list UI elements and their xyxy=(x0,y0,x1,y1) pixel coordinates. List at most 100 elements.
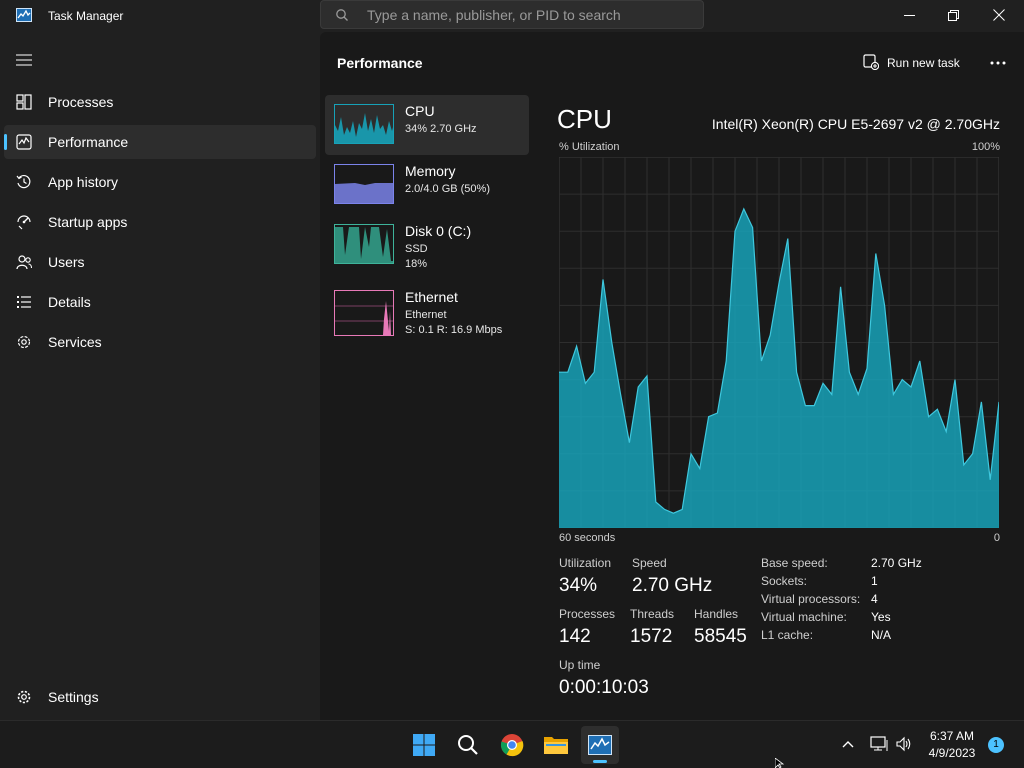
device-stat: SSD xyxy=(405,243,428,255)
cpu-model: Intel(R) Xeon(R) CPU E5-2697 v2 @ 2.70GH… xyxy=(711,116,1000,132)
hamburger-menu-button[interactable] xyxy=(10,46,38,74)
speed-value: 2.70 GHz xyxy=(632,575,713,596)
taskbar-search-button[interactable] xyxy=(449,726,487,764)
device-cpu[interactable]: CPU 34% 2.70 GHz xyxy=(325,95,529,155)
minimize-icon xyxy=(903,14,915,16)
minimize-button[interactable] xyxy=(886,0,932,30)
taskbar: 6:37 AM 4/9/2023 1 xyxy=(0,720,1024,768)
device-name: Memory xyxy=(405,163,456,179)
spec-value: 2.70 GHz xyxy=(871,556,922,570)
tray-overflow-button[interactable] xyxy=(837,733,859,755)
y-axis-max: 100% xyxy=(971,141,1000,153)
details-icon xyxy=(17,296,31,308)
file-explorer-icon xyxy=(544,737,568,754)
sidebar-item-label: Details xyxy=(48,294,91,310)
disk-thumbnail xyxy=(334,224,394,264)
clock-time[interactable]: 6:37 AM xyxy=(920,729,984,743)
volume-icon xyxy=(896,736,911,752)
memory-thumbnail xyxy=(334,164,394,204)
settings-label: Settings xyxy=(48,689,99,705)
device-name: CPU xyxy=(405,103,435,119)
sidebar-item-label: Users xyxy=(48,254,85,270)
performance-icon xyxy=(16,134,32,150)
speed-label: Speed xyxy=(632,556,667,570)
sidebar-item-label: Processes xyxy=(48,94,114,110)
users-icon xyxy=(16,255,32,270)
memory-mini-graph xyxy=(335,183,393,203)
sidebar-item-settings[interactable]: Settings xyxy=(4,680,316,714)
device-memory[interactable]: Memory 2.0/4.0 GB (50%) xyxy=(325,155,529,215)
maximize-button[interactable] xyxy=(930,0,976,30)
spec-value: 4 xyxy=(871,592,878,606)
gear-icon xyxy=(17,690,31,704)
close-icon xyxy=(993,9,1005,21)
detail-title: CPU xyxy=(557,104,612,134)
taskbar-start-button[interactable] xyxy=(405,726,443,764)
device-stat: 2.0/4.0 GB (50%) xyxy=(405,183,490,195)
chevron-up-icon xyxy=(842,741,854,748)
app-title: Task Manager xyxy=(48,9,124,23)
running-indicator xyxy=(593,760,607,763)
run-task-icon xyxy=(863,54,879,70)
services-icon xyxy=(17,335,31,349)
run-new-task-label: Run new task xyxy=(887,56,960,70)
sidebar-item-users[interactable]: Users xyxy=(4,245,316,279)
sidebar-item-processes[interactable]: Processes xyxy=(4,85,316,119)
uptime-value: 0:00:10:03 xyxy=(559,677,649,698)
sidebar-item-label: Performance xyxy=(48,134,129,150)
more-options-button[interactable] xyxy=(984,51,1012,75)
spec-value: Yes xyxy=(871,610,891,624)
history-icon xyxy=(16,174,31,189)
active-indicator xyxy=(4,134,7,150)
cpu-thumbnail xyxy=(334,104,394,144)
device-disk[interactable]: Disk 0 (C:) SSD 18% xyxy=(325,215,529,275)
spec-key: Virtual processors: xyxy=(761,592,861,606)
spec-key: Base speed: xyxy=(761,556,828,570)
device-stat: 34% 2.70 GHz xyxy=(405,123,477,135)
taskbar-file-explorer[interactable] xyxy=(537,726,575,764)
cpu-mini-graph xyxy=(335,113,393,143)
threads-value: 1572 xyxy=(630,626,673,647)
disk-mini-graph xyxy=(335,227,393,263)
utilization-value: 34% xyxy=(559,575,598,596)
device-stat: 18% xyxy=(405,258,428,270)
x-axis-left-label: 60 seconds xyxy=(559,532,616,544)
device-name: Ethernet xyxy=(405,289,458,305)
volume-button[interactable] xyxy=(893,733,915,755)
spec-key: Sockets: xyxy=(761,574,808,588)
device-stat: Ethernet xyxy=(405,309,447,321)
sidebar-item-label: App history xyxy=(48,174,119,190)
handles-label: Handles xyxy=(694,607,739,621)
main-panel: Performance Run new task CPU 34% 2.70 GH… xyxy=(320,32,1024,720)
y-axis-label: % Utilization xyxy=(559,141,620,153)
spec-key: L1 cache: xyxy=(761,628,814,642)
threads-label: Threads xyxy=(630,607,675,621)
sidebar-item-details[interactable]: Details xyxy=(4,285,316,319)
sidebar: Processes Performance App history Startu… xyxy=(0,32,320,720)
search-icon xyxy=(336,9,348,21)
spec-value: 1 xyxy=(871,574,878,588)
more-icon xyxy=(990,61,1006,65)
clock-date[interactable]: 4/9/2023 xyxy=(920,746,984,760)
search-box[interactable] xyxy=(320,0,704,29)
search-input[interactable] xyxy=(367,6,687,24)
close-button[interactable] xyxy=(976,0,1022,30)
sidebar-item-app-history[interactable]: App history xyxy=(4,165,316,199)
taskbar-chrome[interactable] xyxy=(493,726,531,764)
windows-start-icon xyxy=(413,734,435,756)
cpu-utilization-graph xyxy=(559,157,999,528)
ethernet-thumbnail xyxy=(334,290,394,336)
search-icon xyxy=(458,735,478,755)
sidebar-item-label: Startup apps xyxy=(48,214,128,230)
spec-key: Virtual machine: xyxy=(761,610,847,624)
spec-value: N/A xyxy=(871,628,892,642)
sidebar-item-services[interactable]: Services xyxy=(4,325,316,359)
network-button[interactable] xyxy=(868,733,890,755)
sidebar-item-startup-apps[interactable]: Startup apps xyxy=(4,205,316,239)
ethernet-mini-graph xyxy=(335,301,393,335)
device-ethernet[interactable]: Ethernet Ethernet S: 0.1 R: 16.9 Mbps xyxy=(325,281,529,341)
notification-badge[interactable]: 1 xyxy=(988,737,1004,753)
task-manager-app-icon xyxy=(16,8,32,22)
sidebar-item-performance[interactable]: Performance xyxy=(4,125,316,159)
taskbar-task-manager[interactable] xyxy=(581,726,619,764)
